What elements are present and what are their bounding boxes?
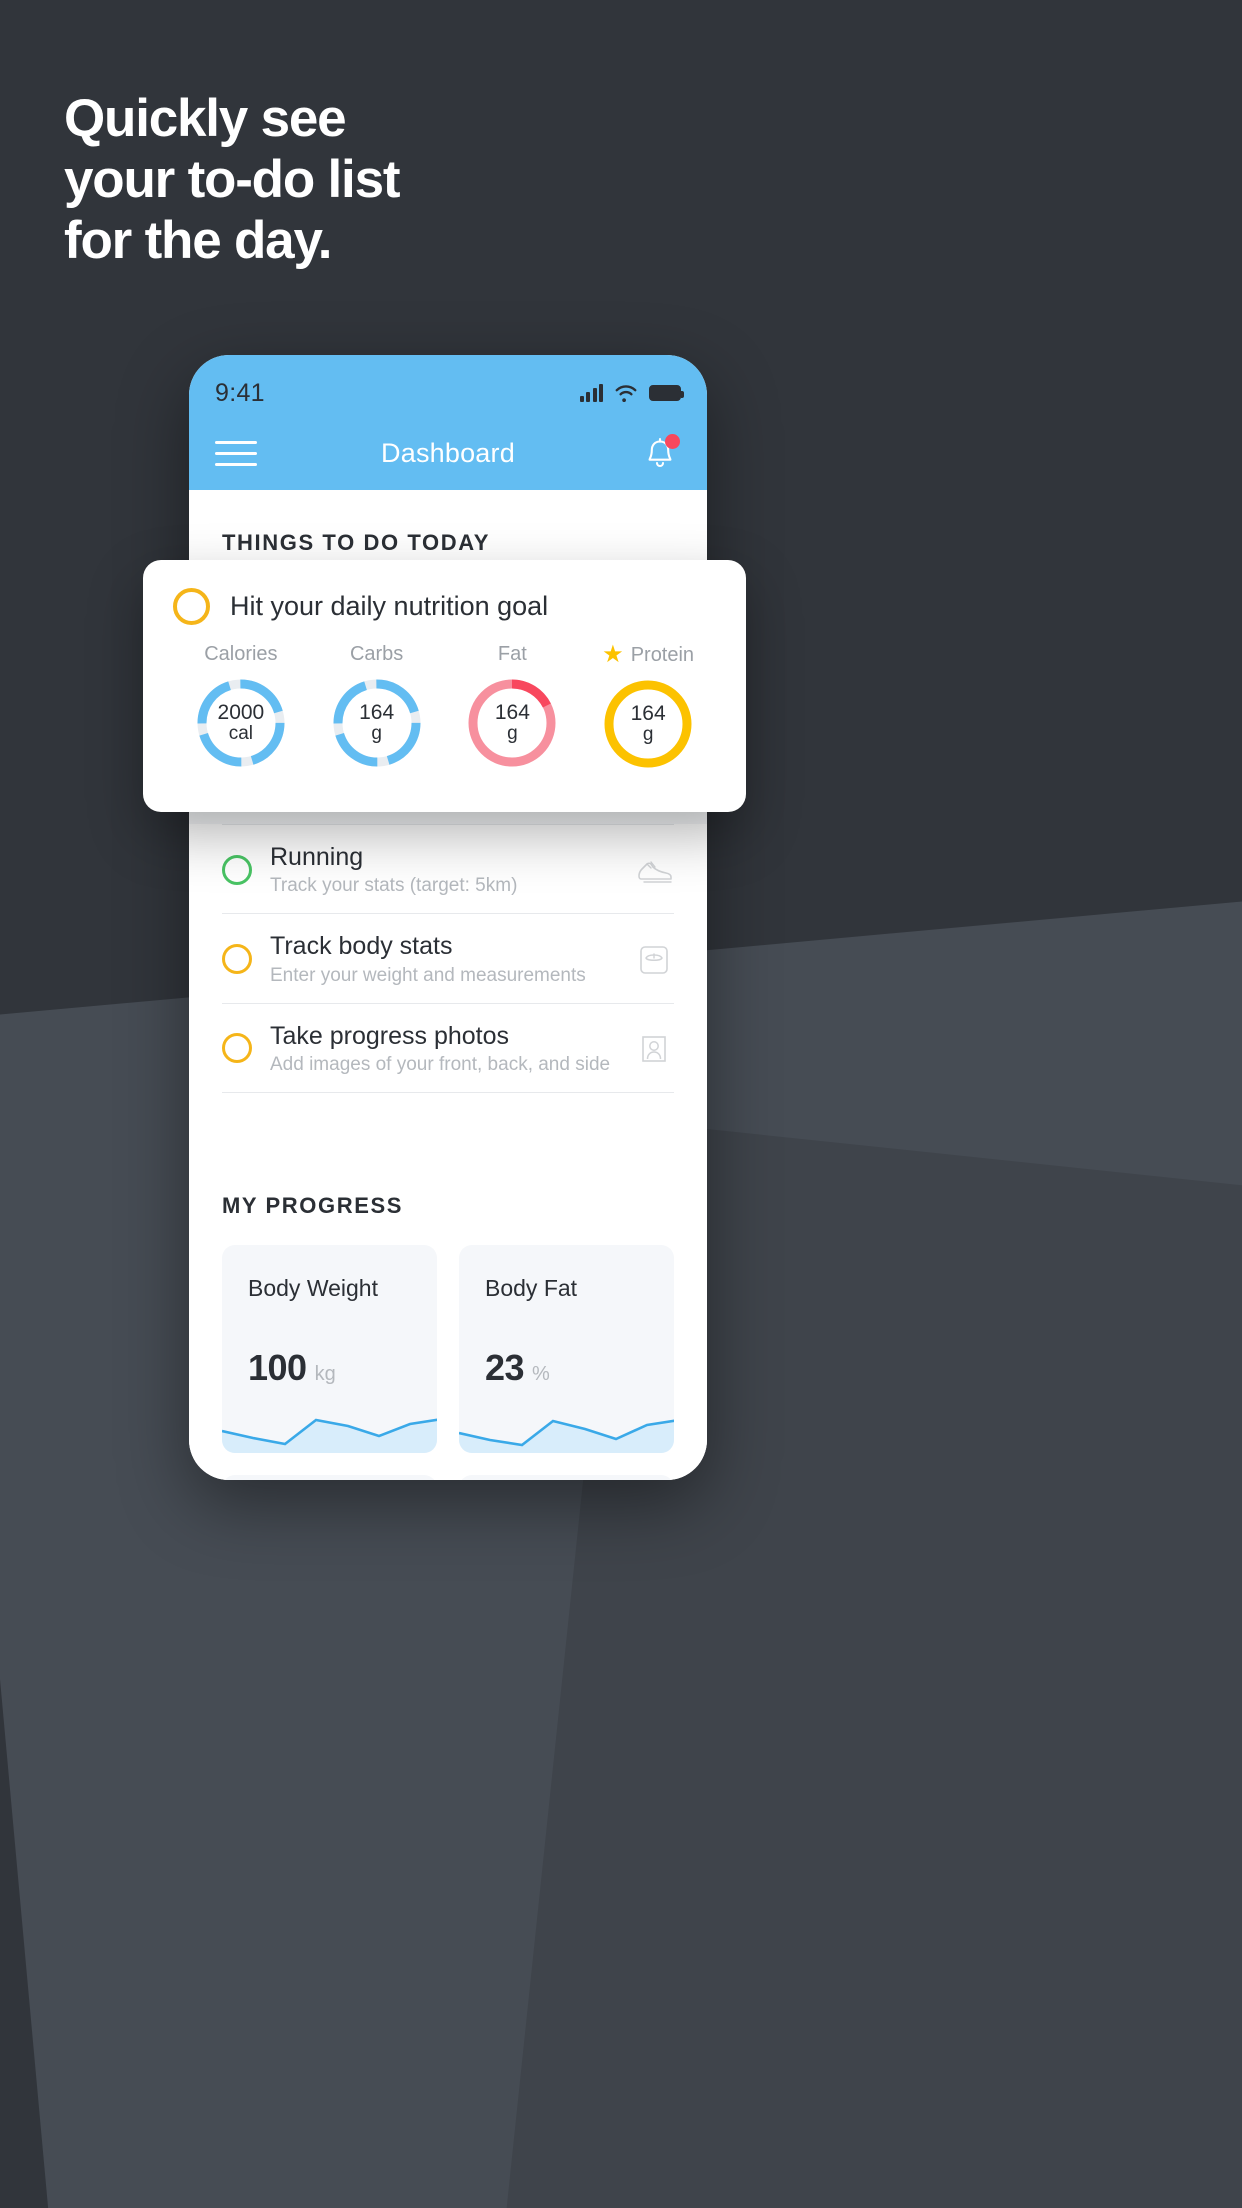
section-heading-todo: THINGS TO DO TODAY	[222, 530, 490, 555]
macro-value: 2000	[217, 701, 265, 724]
macro-label-wrap: ★ Protein	[602, 643, 694, 667]
notification-bell-button[interactable]	[639, 433, 681, 475]
headline-line-2: your to-do list	[64, 150, 401, 209]
progress-card-partial[interactable]	[222, 1474, 437, 1480]
progress-card-list-next-row	[222, 1474, 674, 1480]
promo-headline: Quickly see your to-do list for the day.	[64, 89, 401, 275]
macro-label: Carbs	[349, 643, 404, 665]
macro-value: 164	[630, 702, 666, 725]
todo-subtitle: Add images of your front, back, and side	[270, 1053, 611, 1075]
macro-label-wrap: Fat	[498, 643, 527, 666]
notification-badge-dot	[665, 433, 680, 449]
progress-card-number: 23	[485, 1346, 525, 1388]
page-title: Dashboard	[381, 438, 515, 468]
macro-donut-center: 164 g	[465, 676, 559, 770]
nutrition-card-title: Hit your daily nutrition goal	[230, 591, 549, 621]
status-bar-time: 9:41	[215, 378, 265, 407]
macro-carbs[interactable]: Carbs 164 g	[309, 643, 445, 771]
phone-mockup: 9:41 Dashboard THINGS TO DO TODAY Runnin…	[189, 355, 707, 1480]
macro-donut-center: 2000 cal	[194, 676, 288, 770]
nutrition-goal-card[interactable]: Hit your daily nutrition goal Calories 2…	[143, 560, 746, 812]
macro-label: Fat	[497, 643, 527, 665]
macro-donut-protein: 164 g	[601, 677, 695, 771]
sparkline-chart-body-fat	[459, 1419, 674, 1453]
macro-fat[interactable]: Fat 164 g	[445, 643, 581, 771]
todo-title: Take progress photos	[270, 1021, 510, 1050]
todo-text: Running Track your stats (target: 5km)	[270, 842, 616, 897]
status-bar-icons	[579, 384, 684, 402]
progress-card-title: Body Fat	[485, 1274, 578, 1301]
weight-scale-icon	[640, 946, 668, 974]
macro-label: Protein	[630, 643, 695, 666]
todo-text: Take progress photos Add images of your …	[270, 1021, 616, 1076]
macro-label: Calories	[204, 643, 278, 665]
progress-card-body-weight[interactable]: Body Weight 100 kg	[222, 1244, 437, 1453]
todo-text: Track body stats Enter your weight and m…	[270, 931, 616, 986]
todo-title: Track body stats	[270, 932, 453, 961]
progress-card-unit: kg	[314, 1362, 336, 1385]
macro-donut-fat: 164 g	[465, 676, 559, 770]
macro-unit: g	[371, 723, 382, 745]
progress-card-number: 100	[248, 1346, 307, 1388]
macro-donut-carbs: 164 g	[330, 676, 424, 770]
macro-label-wrap: Calories	[204, 643, 277, 666]
macro-label-wrap: Carbs	[350, 643, 403, 666]
macro-donut-center: 164 g	[330, 676, 424, 770]
wifi-icon	[615, 385, 637, 402]
headline-line-1: Quickly see	[64, 89, 347, 148]
macro-unit: cal	[228, 723, 254, 745]
progress-card-title: Body Weight	[248, 1274, 378, 1301]
checkbox-ring-icon[interactable]	[222, 943, 252, 974]
macro-protein[interactable]: ★ Protein 164 g	[580, 643, 716, 771]
macro-unit: g	[507, 723, 518, 745]
photo-person-icon	[642, 1036, 666, 1062]
todo-item-body-stats[interactable]: Track body stats Enter your weight and m…	[222, 913, 674, 1002]
progress-card-value: 100 kg	[248, 1347, 336, 1389]
checkbox-ring-icon[interactable]	[222, 1033, 252, 1064]
progress-card-partial[interactable]	[459, 1474, 674, 1480]
macro-calories[interactable]: Calories 2000 cal	[173, 643, 309, 771]
macro-ring-list: Calories 2000 cal Carbs 164 g Fat 164 g …	[173, 643, 716, 771]
section-heading-progress: MY PROGRESS	[222, 1192, 404, 1218]
battery-full-icon	[649, 385, 684, 401]
checkbox-ring-icon[interactable]	[222, 854, 252, 885]
todo-subtitle: Track your stats (target: 5km)	[270, 875, 518, 897]
progress-card-list: Body Weight 100 kg Body Fat 23 %	[222, 1244, 674, 1453]
nutrition-card-header: Hit your daily nutrition goal	[173, 588, 716, 625]
todo-title: Running	[270, 843, 364, 871]
checkbox-ring-icon[interactable]	[173, 588, 210, 625]
running-shoe-icon	[638, 860, 672, 883]
macro-donut-calories: 2000 cal	[194, 676, 288, 770]
todo-item-progress-photos[interactable]: Take progress photos Add images of your …	[222, 1002, 674, 1093]
progress-card-body-fat[interactable]: Body Fat 23 %	[459, 1244, 674, 1453]
app-bar: Dashboard	[189, 417, 707, 490]
todo-subtitle: Enter your weight and measurements	[270, 964, 586, 986]
macro-donut-center: 164 g	[601, 677, 695, 771]
progress-section: MY PROGRESS Body Weight 100 kg Body Fat	[189, 1093, 707, 1480]
sparkline-chart-body-weight	[222, 1418, 437, 1453]
macro-unit: g	[642, 724, 654, 746]
progress-card-unit: %	[532, 1362, 550, 1385]
headline-line-3: for the day.	[64, 211, 333, 270]
cellular-signal-icon	[579, 384, 603, 402]
macro-value: 164	[494, 701, 530, 724]
star-icon: ★	[602, 641, 624, 668]
progress-card-value: 23 %	[485, 1347, 550, 1389]
macro-value: 164	[359, 701, 395, 724]
todo-item-running[interactable]: Running Track your stats (target: 5km)	[222, 824, 674, 913]
status-bar: 9:41	[189, 355, 707, 417]
todo-list: Running Track your stats (target: 5km) T…	[189, 824, 707, 1093]
hamburger-menu-icon[interactable]	[215, 441, 257, 466]
